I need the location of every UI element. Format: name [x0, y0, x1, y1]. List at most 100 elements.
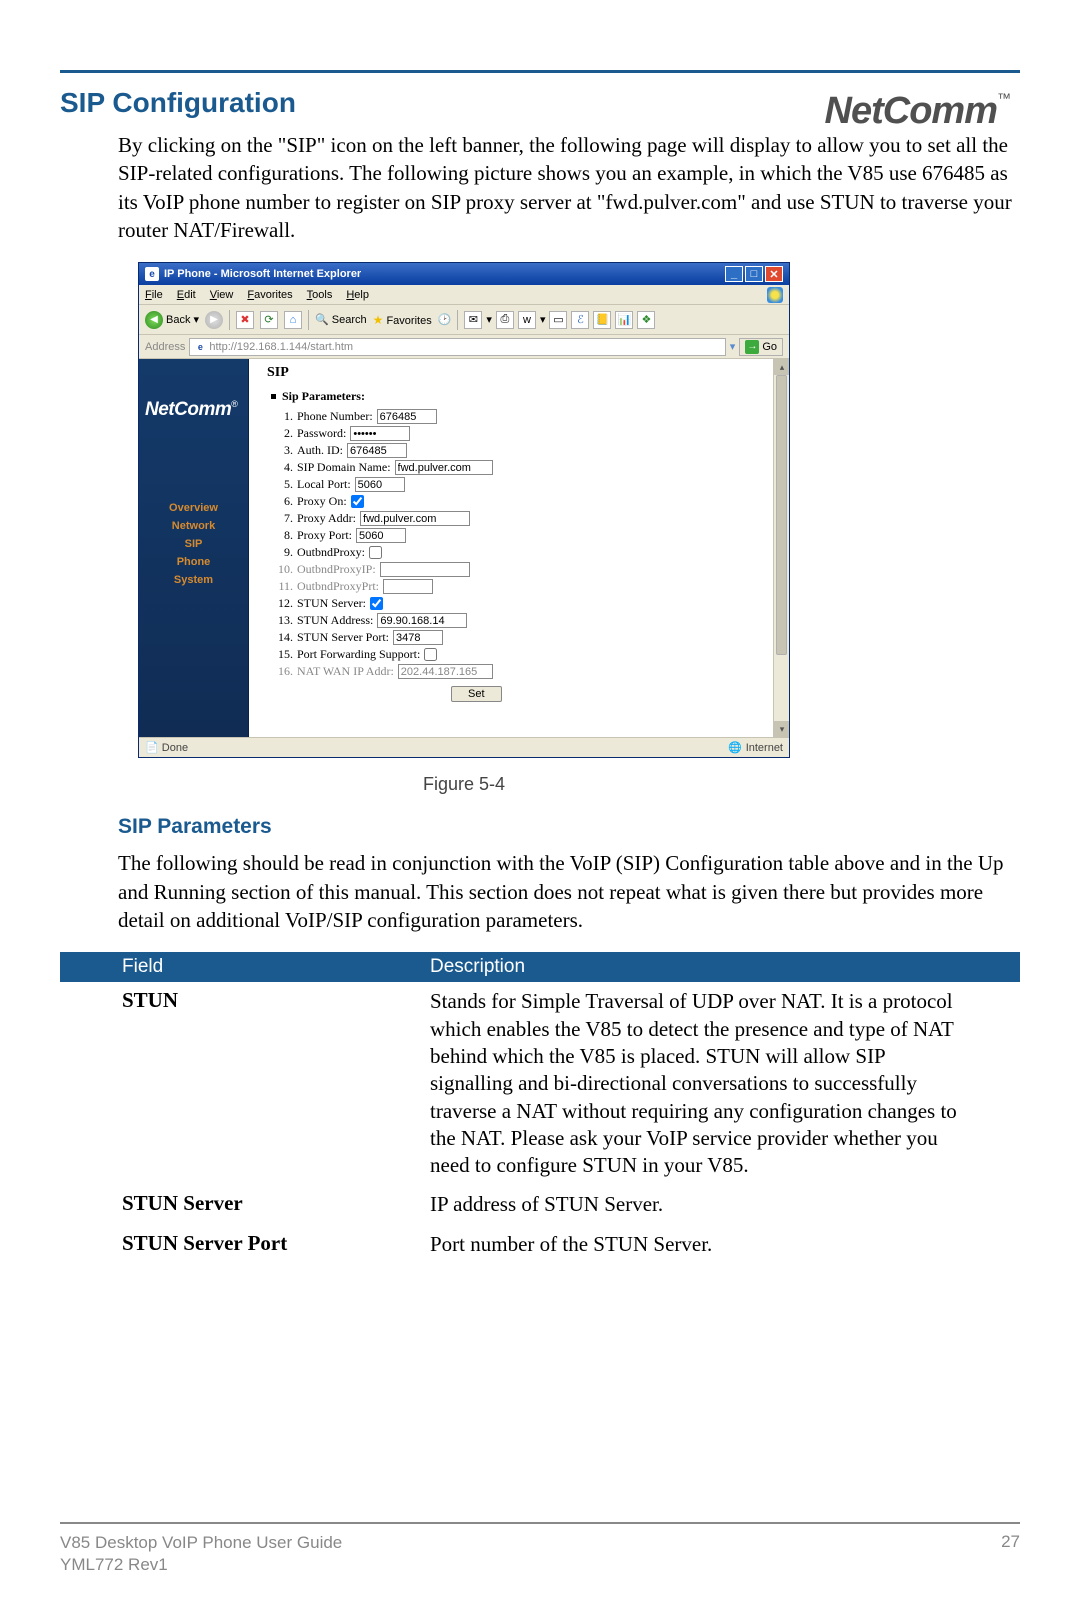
favorites-button[interactable]: Favorites	[373, 313, 432, 327]
param-row: 3.Auth. ID:	[271, 442, 789, 459]
scroll-down-icon[interactable]: ▾	[774, 721, 789, 737]
menu-tools[interactable]: Tools	[307, 289, 333, 301]
minimize-button[interactable]: _	[725, 266, 743, 282]
param-input[interactable]	[398, 664, 493, 679]
research-button[interactable]: ℰ	[571, 311, 589, 329]
params-heading: Sip Parameters:	[271, 389, 789, 404]
table-row: STUNStands for Simple Traversal of UDP o…	[60, 982, 1020, 1185]
param-number: 10.	[271, 562, 293, 577]
dropdown-icon: ▾	[486, 313, 492, 326]
scrollbar[interactable]: ▴ ▾	[773, 359, 789, 737]
param-input[interactable]	[395, 460, 493, 475]
param-label: Local Port:	[297, 477, 351, 492]
brand-logo: NetComm™	[825, 90, 1010, 133]
param-label: SIP Domain Name:	[297, 460, 391, 475]
edit-button[interactable]: w	[518, 311, 536, 329]
param-input[interactable]	[380, 562, 470, 577]
sidebar: NetComm® Overview Network SIP Phone Syst…	[139, 359, 249, 737]
address-label: Address	[145, 341, 185, 353]
param-row: 13.STUN Address:	[271, 612, 789, 629]
header-rule	[60, 70, 1020, 73]
internet-icon	[728, 741, 742, 754]
back-arrow-icon: ◀	[145, 311, 163, 329]
param-checkbox[interactable]	[351, 495, 364, 508]
param-label: Proxy Port:	[297, 528, 352, 543]
home-button[interactable]: ⌂	[284, 311, 302, 329]
header-desc: Description	[430, 956, 1020, 978]
param-row: 4.SIP Domain Name:	[271, 459, 789, 476]
back-button[interactable]: ◀ Back ▾	[145, 311, 199, 329]
nav-overview[interactable]: Overview	[139, 499, 248, 517]
param-input[interactable]	[393, 630, 443, 645]
param-checkbox[interactable]	[369, 546, 382, 559]
param-input[interactable]	[355, 477, 405, 492]
param-input[interactable]	[383, 579, 433, 594]
nav-system[interactable]: System	[139, 571, 248, 589]
search-button[interactable]: Search	[315, 313, 367, 326]
address-input[interactable]: e http://192.168.1.144/start.htm	[189, 338, 725, 356]
param-number: 5.	[271, 477, 293, 492]
param-row: 16.NAT WAN IP Addr:	[271, 663, 789, 680]
favorites-label: Favorites	[386, 315, 431, 327]
param-row: 2.Password:	[271, 425, 789, 442]
param-checkbox[interactable]	[424, 648, 437, 661]
param-label: Port Forwarding Support:	[297, 647, 420, 662]
param-input[interactable]	[360, 511, 470, 526]
scroll-up-icon[interactable]: ▴	[774, 359, 789, 375]
sidebar-logo: NetComm®	[139, 399, 248, 439]
menu-favorites[interactable]: Favorites	[247, 289, 292, 301]
sip-heading: SIP	[249, 359, 789, 389]
go-button[interactable]: → Go	[739, 338, 783, 356]
param-input[interactable]	[356, 528, 406, 543]
nav-network[interactable]: Network	[139, 517, 248, 535]
param-input[interactable]	[347, 443, 407, 458]
param-label: OutbndProxyIP:	[297, 562, 376, 577]
mail-button[interactable]: ✉	[464, 311, 482, 329]
discuss-button[interactable]: ▭	[549, 311, 567, 329]
brand-text: NetComm	[825, 90, 997, 132]
menu-edit[interactable]: Edit	[177, 289, 196, 301]
menu-help[interactable]: Help	[346, 289, 369, 301]
toolbar: ◀ Back ▾ ▶ ✖ ⟳ ⌂ Search Favorites ✉ ▾ ⎙ w…	[139, 305, 789, 335]
ext3-button[interactable]: ❖	[637, 311, 655, 329]
param-input[interactable]	[377, 409, 437, 424]
param-number: 12.	[271, 596, 293, 611]
close-button[interactable]: ✕	[765, 266, 783, 282]
param-number: 1.	[271, 409, 293, 424]
page-footer: V85 Desktop VoIP Phone User Guide YML772…	[60, 1522, 1020, 1576]
ext1-button[interactable]: 📒	[593, 311, 611, 329]
ie-throbber-icon	[767, 287, 783, 303]
set-button[interactable]: Set	[451, 686, 502, 702]
param-input[interactable]	[377, 613, 467, 628]
maximize-button[interactable]: □	[745, 266, 763, 282]
address-bar: Address e http://192.168.1.144/start.htm…	[139, 335, 789, 359]
param-checkbox[interactable]	[370, 597, 383, 610]
param-input[interactable]	[350, 426, 410, 441]
menu-view[interactable]: View	[210, 289, 234, 301]
dropdown-icon-2: ▾	[540, 313, 546, 326]
forward-button[interactable]: ▶	[205, 311, 223, 329]
param-row: 9.OutbndProxy:	[271, 544, 789, 561]
stop-button[interactable]: ✖	[236, 311, 254, 329]
ext2-button[interactable]: 📊	[615, 311, 633, 329]
sidebar-logo-text: NetComm	[145, 399, 231, 420]
param-number: 6.	[271, 494, 293, 509]
nav-phone[interactable]: Phone	[139, 553, 248, 571]
param-label: Auth. ID:	[297, 443, 343, 458]
sip-params: Sip Parameters: 1. Phone Number:2.Passwor…	[249, 389, 789, 702]
param-label: Password:	[297, 426, 346, 441]
param-label: Phone Number:	[297, 409, 373, 424]
history-button[interactable]	[438, 313, 452, 326]
param-label: STUN Address:	[297, 613, 373, 628]
print-button[interactable]: ⎙	[496, 311, 514, 329]
table-row: STUN Server PortPort number of the STUN …	[60, 1225, 1020, 1264]
go-label: Go	[762, 341, 777, 353]
figure-caption: Figure 5-4	[138, 774, 790, 795]
menu-file[interactable]: File	[145, 289, 163, 301]
status-left: 📄 Done	[145, 741, 188, 754]
refresh-button[interactable]: ⟳	[260, 311, 278, 329]
table-header: Field Description	[60, 952, 1020, 982]
scroll-thumb[interactable]	[776, 375, 787, 655]
nav-sip[interactable]: SIP	[139, 535, 248, 553]
address-dropdown-icon[interactable]: ▾	[730, 340, 736, 353]
